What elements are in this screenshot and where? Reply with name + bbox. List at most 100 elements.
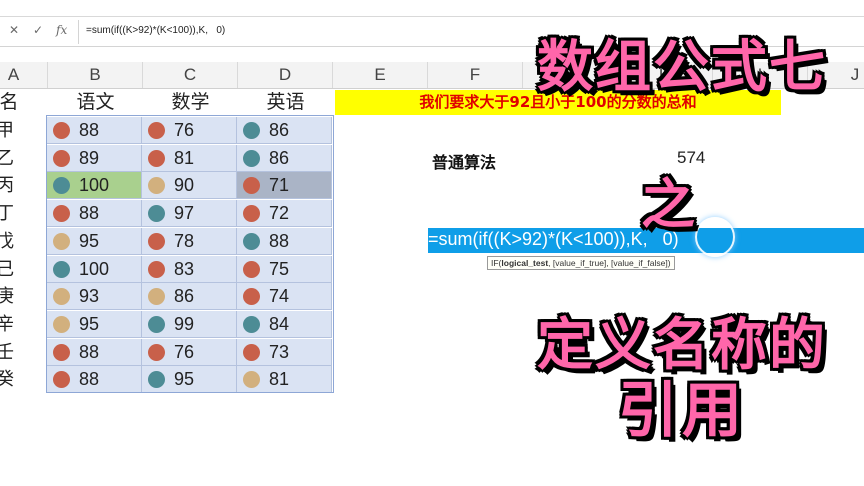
row-name[interactable]: 甲 (0, 117, 16, 145)
tooltip-rest: , [value_if_true], [value_if_false]) (548, 258, 671, 268)
score-value: 100 (79, 175, 110, 196)
column-header-f[interactable]: F (428, 62, 523, 88)
row-name[interactable]: 癸 (0, 366, 16, 394)
score-cell[interactable]: 93 (47, 283, 142, 311)
circle-marker-icon (53, 371, 70, 389)
score-cell[interactable]: 86 (237, 144, 332, 172)
score-cell[interactable]: 73 (237, 338, 332, 366)
circle-marker-icon (53, 205, 70, 223)
score-cell[interactable]: 90 (142, 172, 237, 200)
column-header-c[interactable]: C (143, 62, 238, 88)
score-cell[interactable]: 88 (237, 227, 332, 255)
window-top-strip (0, 0, 864, 17)
row-name[interactable]: 庚 (0, 283, 16, 311)
score-cell[interactable]: 100 (47, 172, 142, 200)
score-cell[interactable]: 74 (237, 283, 332, 311)
score-cell[interactable]: 88 (47, 117, 142, 144)
circle-marker-icon (53, 149, 70, 167)
circle-marker-icon (243, 288, 260, 306)
score-value: 100 (79, 258, 110, 279)
column-header-e[interactable]: E (333, 62, 428, 88)
score-cell[interactable]: 88 (47, 200, 142, 228)
circle-marker-icon (243, 343, 260, 361)
cancel-icon[interactable]: ✕ (9, 23, 19, 37)
circle-marker-icon (243, 122, 260, 139)
score-cell[interactable]: 99 (142, 310, 237, 338)
score-value: 89 (79, 147, 100, 168)
circle-marker-icon (148, 232, 165, 250)
score-value: 73 (269, 341, 290, 362)
score-value: 90 (174, 175, 195, 196)
score-value: 95 (174, 369, 195, 390)
score-value: 97 (174, 203, 195, 224)
circle-marker-icon (148, 177, 165, 195)
circle-marker-icon (243, 149, 260, 167)
score-cell[interactable]: 75 (237, 255, 332, 283)
header-english[interactable]: 英语 (238, 88, 333, 117)
circle-marker-icon (243, 177, 260, 195)
score-value: 76 (174, 341, 195, 362)
score-cell[interactable]: 97 (142, 200, 237, 228)
overlay-title: 数组公式七 (537, 35, 827, 100)
score-value: 75 (269, 258, 290, 279)
circle-marker-icon (148, 149, 165, 167)
score-value: 81 (174, 147, 195, 168)
score-cell[interactable]: 83 (142, 255, 237, 283)
tooltip-active-arg[interactable]: logical_test (501, 258, 548, 268)
tooltip-prefix: IF( (491, 258, 502, 268)
circle-marker-icon (148, 288, 165, 306)
circle-marker-icon (243, 232, 260, 250)
score-cell[interactable]: 95 (142, 366, 237, 394)
cursor-highlight-icon (695, 217, 735, 257)
formula-bar-divider (78, 20, 79, 44)
score-value: 86 (174, 286, 195, 307)
row-name[interactable]: 丙 (0, 172, 16, 200)
header-chinese[interactable]: 语文 (48, 88, 143, 117)
score-cell[interactable]: 86 (142, 283, 237, 311)
fx-icon[interactable]: fx (56, 23, 67, 37)
function-tooltip: IF(logical_test, [value_if_true], [value… (487, 256, 675, 270)
row-name[interactable]: 乙 (0, 145, 16, 173)
score-value: 93 (79, 286, 100, 307)
score-cell[interactable]: 100 (47, 255, 142, 283)
row-name[interactable]: 辛 (0, 311, 16, 339)
circle-marker-icon (243, 205, 260, 223)
score-value: 88 (79, 341, 100, 362)
column-header-b[interactable]: B (48, 62, 143, 88)
score-cell[interactable]: 95 (47, 227, 142, 255)
score-cell[interactable]: 88 (47, 366, 142, 394)
score-cell[interactable]: 72 (237, 200, 332, 228)
score-value: 71 (269, 175, 290, 196)
header-math[interactable]: 数学 (143, 88, 238, 117)
score-value: 88 (79, 120, 100, 140)
score-cell[interactable]: 76 (142, 117, 237, 144)
column-header-d[interactable]: D (238, 62, 333, 88)
circle-marker-icon (243, 315, 260, 333)
score-cell[interactable]: 86 (237, 117, 332, 144)
score-value: 88 (79, 369, 100, 390)
score-cell[interactable]: 78 (142, 227, 237, 255)
score-value: 72 (269, 203, 290, 224)
circle-marker-icon (148, 315, 165, 333)
formula-input[interactable]: =sum(if((K>92)*(K<100)),K, 0) (86, 25, 225, 36)
column-header-a[interactable]: A (0, 62, 48, 88)
score-value: 88 (269, 230, 290, 251)
row-name[interactable]: 丁 (0, 200, 16, 228)
normal-method-label[interactable]: 普通算法 (432, 149, 496, 173)
score-cell[interactable]: 84 (237, 310, 332, 338)
confirm-icon[interactable]: ✓ (33, 23, 43, 37)
row-name[interactable]: 己 (0, 256, 16, 284)
score-cell[interactable]: 76 (142, 338, 237, 366)
score-cell[interactable]: 88 (47, 338, 142, 366)
score-cell[interactable]: 95 (47, 310, 142, 338)
table-row: 丙 100 90 71 (0, 172, 864, 200)
row-name[interactable]: 壬 (0, 339, 16, 367)
score-cell[interactable]: 81 (142, 144, 237, 172)
circle-marker-icon (53, 260, 70, 278)
score-cell[interactable]: 81 (237, 366, 332, 394)
header-name[interactable]: 名 (0, 88, 24, 117)
row-name[interactable]: 戊 (0, 228, 16, 256)
score-cell[interactable]: 89 (47, 144, 142, 172)
score-value: 86 (269, 120, 290, 140)
score-cell[interactable]: 71 (237, 172, 332, 200)
